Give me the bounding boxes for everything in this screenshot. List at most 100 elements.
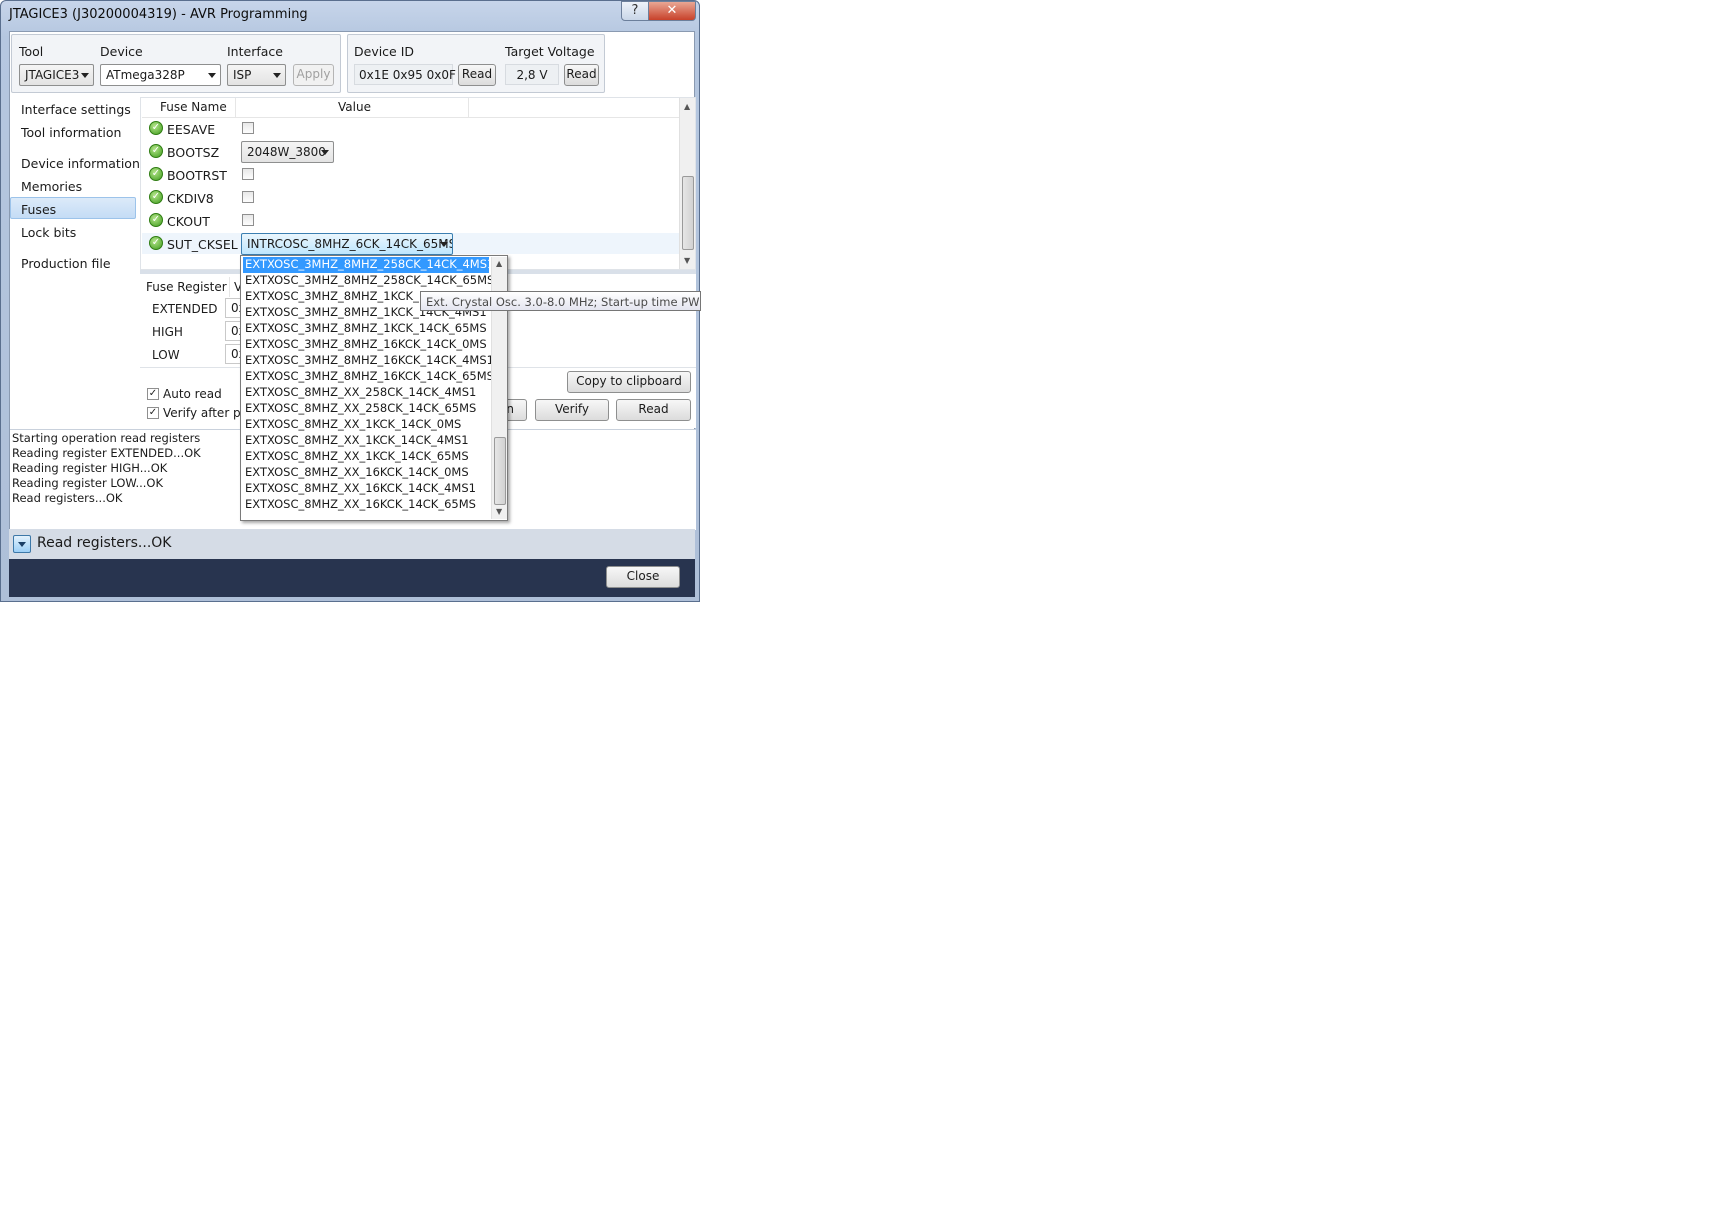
chevron-down-icon — [273, 73, 281, 78]
fuse-name-bootsz: BOOTSZ — [167, 145, 220, 160]
dropdown-option[interactable]: EXTXOSC_8MHZ_XX_1KCK_14CK_65MS — [243, 449, 489, 465]
fuse-table-scrollbar[interactable]: ▲ ▼ — [679, 98, 695, 269]
interface-select-value: ISP — [233, 68, 252, 82]
nav-production-file[interactable]: Production file — [21, 256, 111, 271]
dropdown-option[interactable]: EXTXOSC_8MHZ_XX_1KCK_14CK_0MS — [243, 417, 489, 433]
check-icon: ✓ — [149, 213, 163, 227]
dropdown-option[interactable]: EXTXOSC_8MHZ_XX_16KCK_14CK_65MS — [243, 497, 489, 513]
log-line: Reading register LOW...OK — [12, 476, 163, 490]
fuse-name-bootrst: BOOTRST — [167, 168, 227, 183]
register-name-low: LOW — [152, 348, 180, 362]
copy-to-clipboard-button[interactable]: Copy to clipboard — [567, 371, 691, 393]
target-voltage-label: Target Voltage — [505, 44, 595, 59]
scroll-thumb[interactable] — [682, 176, 694, 250]
column-divider — [235, 98, 236, 117]
chevron-down-icon — [321, 150, 329, 155]
apply-button[interactable]: Apply — [293, 64, 334, 86]
column-divider — [229, 277, 230, 297]
nav-device-information[interactable]: Device information — [21, 156, 140, 171]
dropdown-option[interactable]: EXTXOSC_8MHZ_XX_16KCK_14CK_0MS — [243, 465, 489, 481]
nav-memories[interactable]: Memories — [21, 179, 82, 194]
dropdown-option[interactable]: EXTXOSC_3MHZ_8MHZ_16KCK_14CK_0MS — [243, 337, 489, 353]
sut-cksel-select[interactable]: INTRCOSC_8MHZ_6CK_14CK_65MS — [241, 233, 453, 255]
device-select[interactable]: ATmega328P — [100, 64, 221, 86]
dropdown-option[interactable]: EXTXOSC_3MHZ_8MHZ_16KCK_14CK_4MS1 — [243, 353, 494, 369]
close-button[interactable]: Close — [606, 566, 680, 588]
nav-fuses[interactable]: Fuses — [21, 202, 56, 217]
title-bar[interactable]: JTAGICE3 (J30200004319) - AVR Programmin… — [1, 1, 701, 29]
log-line: Reading register HIGH...OK — [12, 461, 168, 475]
scroll-thumb[interactable] — [494, 437, 506, 505]
tool-device-group: Tool Device Interface JTAGICE3 ATmega328… — [11, 34, 341, 93]
voltage-read-button[interactable]: Read — [564, 64, 599, 86]
option-tooltip: Ext. Crystal Osc. 3.0-8.0 MHz; Start-up … — [420, 291, 701, 311]
device-id-read-button[interactable]: Read — [458, 64, 496, 86]
chevron-down-icon — [208, 73, 216, 78]
verify-button[interactable]: Verify — [535, 399, 609, 421]
nav-lock-bits[interactable]: Lock bits — [21, 225, 76, 240]
ckout-checkbox[interactable] — [242, 214, 254, 226]
bootsz-value: 2048W_3800 — [247, 145, 326, 159]
log-line: Read registers...OK — [12, 491, 123, 505]
check-icon: ✓ — [149, 121, 163, 135]
target-voltage-value: 2,8 V — [505, 64, 559, 85]
device-id-group: Device ID Target Voltage 0x1E 0x95 0x0F … — [347, 34, 605, 93]
help-button[interactable]: ? — [621, 1, 649, 21]
dropdown-option[interactable]: EXTXOSC_8MHZ_XX_258CK_14CK_4MS1 — [243, 385, 489, 401]
fuse-register-header: Fuse Register — [146, 280, 227, 294]
device-id-label: Device ID — [354, 44, 415, 59]
fuse-name-ckdiv8: CKDIV8 — [167, 191, 214, 206]
dropdown-option[interactable]: EXTXOSC_8MHZ_XX_1KCK_14CK_4MS1 — [243, 433, 489, 449]
eesave-checkbox[interactable] — [242, 122, 254, 134]
expand-log-button[interactable] — [13, 535, 31, 553]
check-icon: ✓ — [149, 190, 163, 204]
scroll-up-icon[interactable]: ▲ — [496, 259, 502, 268]
dropdown-option[interactable]: EXTXOSC_8MHZ_XX_258CK_14CK_65MS — [243, 401, 489, 417]
tool-label: Tool — [19, 44, 44, 59]
read-button[interactable]: Read — [616, 399, 691, 421]
chevron-down-icon — [81, 73, 89, 78]
dropdown-option[interactable]: EXTXOSC_3MHZ_8MHZ_1KCK_14CK_65MS — [243, 321, 489, 337]
fuse-name-eesave: EESAVE — [167, 122, 216, 137]
auto-read-checkbox[interactable]: ✓ — [147, 388, 159, 400]
device-id-value: 0x1E 0x95 0x0F — [354, 64, 456, 85]
interface-select[interactable]: ISP — [227, 64, 286, 86]
auto-read-label: Auto read — [163, 387, 222, 401]
scroll-up-icon[interactable]: ▲ — [684, 102, 690, 111]
log-line: Reading register EXTENDED...OK — [12, 446, 201, 460]
register-name-high: HIGH — [152, 325, 183, 339]
scroll-down-icon[interactable]: ▼ — [496, 507, 502, 516]
status-text: Read registers...OK — [37, 535, 172, 551]
nav-interface-settings[interactable]: Interface settings — [21, 102, 131, 117]
status-bar: Read registers...OK — [9, 529, 695, 559]
avr-programming-window: JTAGICE3 (J30200004319) - AVR Programmin… — [0, 0, 701, 602]
bootrst-checkbox[interactable] — [242, 168, 254, 180]
fuse-name-header: Fuse Name — [160, 100, 227, 114]
dropdown-option[interactable]: EXTXOSC_3MHZ_8MHZ_16KCK_14CK_65MS — [243, 369, 494, 385]
dropdown-option[interactable]: EXTXOSC_8MHZ_XX_16KCK_14CK_4MS1 — [243, 481, 489, 497]
check-icon: ✓ — [149, 167, 163, 181]
device-label: Device — [100, 44, 143, 59]
window-close-button[interactable]: ✕ — [648, 1, 696, 21]
check-icon: ✓ — [149, 144, 163, 158]
register-name-extended: EXTENDED — [152, 302, 218, 316]
check-icon: ✓ — [149, 236, 163, 250]
nav-tool-information[interactable]: Tool information — [21, 125, 121, 140]
column-divider — [468, 98, 469, 117]
fuse-name-ckout: CKOUT — [167, 214, 210, 229]
scroll-down-icon[interactable]: ▼ — [684, 256, 690, 265]
verify-after-checkbox[interactable]: ✓ — [147, 407, 159, 419]
window-title: JTAGICE3 (J30200004319) - AVR Programmin… — [9, 7, 308, 22]
sut-cksel-value: INTRCOSC_8MHZ_6CK_14CK_65MS — [247, 237, 453, 251]
interface-label: Interface — [227, 44, 283, 59]
bottom-bar: Close — [9, 559, 695, 597]
device-select-value: ATmega328P — [106, 68, 185, 82]
dropdown-option[interactable]: EXTXOSC_3MHZ_8MHZ_258CK_14CK_65MS — [243, 273, 494, 289]
dropdown-option[interactable]: EXTXOSC_3MHZ_8MHZ_258CK_14CK_4MS1 — [242, 256, 494, 274]
chevron-down-icon — [440, 242, 448, 247]
tool-select[interactable]: JTAGICE3 — [19, 64, 94, 86]
fuse-name-sut-cksel: SUT_CKSEL — [167, 237, 238, 252]
ckdiv8-checkbox[interactable] — [242, 191, 254, 203]
bootsz-select[interactable]: 2048W_3800 — [241, 141, 334, 163]
chevron-down-icon — [18, 542, 26, 547]
